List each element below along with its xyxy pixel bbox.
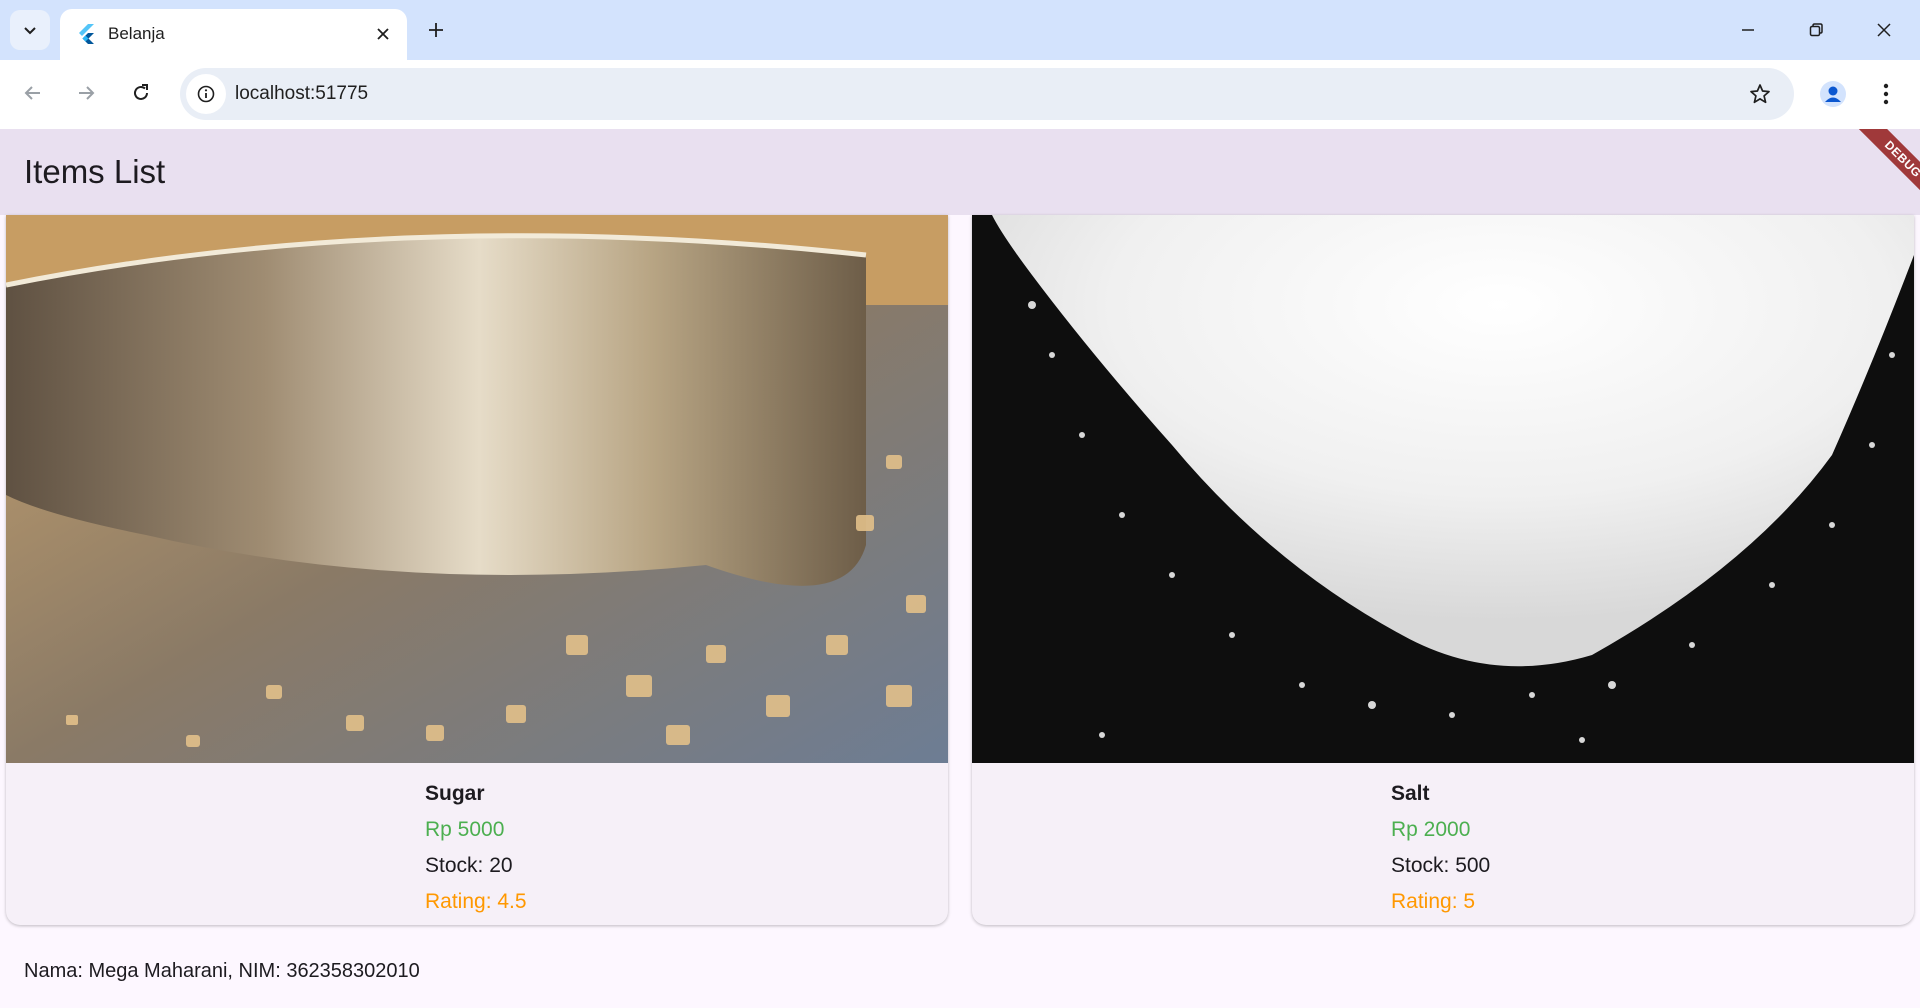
tab-title: Belanja [108, 24, 165, 43]
reload-icon [134, 84, 148, 100]
item-info-sugar: Sugar Rp 5000 Stock: 20 Rating: 4.5 [425, 776, 527, 920]
minimize-icon [1742, 29, 1754, 31]
item-stock: Stock: 500 [1391, 854, 1491, 877]
browser-menu-button[interactable] [1866, 74, 1906, 114]
tab-search-button[interactable] [10, 10, 50, 50]
item-card-sugar[interactable]: Sugar Rp 5000 Stock: 20 Rating: 4.5 [6, 215, 948, 925]
sugar-image [6, 215, 948, 763]
info-icon [197, 85, 215, 103]
restore-icon [1809, 23, 1823, 37]
url-text: localhost:51775 [235, 83, 369, 104]
flutter-favicon-icon [79, 24, 94, 44]
item-info-salt: Salt Rp 2000 Stock: 500 Rating: 5 [1391, 776, 1490, 920]
new-tab-button[interactable] [418, 12, 454, 48]
profile-button[interactable] [1813, 74, 1853, 114]
profile-icon [1820, 81, 1846, 107]
item-price: Rp 2000 [1391, 818, 1471, 841]
item-name: Sugar [425, 782, 485, 805]
minimize-button[interactable] [1720, 6, 1776, 54]
item-price: Rp 5000 [425, 818, 505, 841]
browser-tab[interactable]: Belanja [60, 9, 407, 60]
back-icon [24, 86, 40, 100]
close-window-button[interactable] [1856, 6, 1912, 54]
student-info: Nama: Mega Maharani, NIM: 362358302010 [24, 960, 420, 982]
forward-icon [79, 86, 95, 100]
tab-close-button[interactable] [369, 20, 397, 48]
star-icon [1750, 84, 1770, 104]
chevron-down-icon [24, 27, 36, 35]
close-icon [377, 28, 389, 40]
item-rating: Rating: 4.5 [425, 890, 527, 913]
salt-image [972, 215, 1914, 763]
item-name: Salt [1391, 782, 1430, 805]
forward-button[interactable] [66, 73, 106, 113]
page-title: Items List [24, 153, 166, 190]
more-vert-icon [1883, 83, 1889, 105]
site-info-button[interactable] [186, 74, 226, 114]
app-bar: Items List [0, 129, 1920, 215]
close-icon [1877, 23, 1891, 37]
item-stock: Stock: 20 [425, 854, 513, 877]
debug-label: DEBUG [1849, 129, 1920, 213]
restore-button[interactable] [1788, 6, 1844, 54]
reload-button[interactable] [121, 73, 161, 113]
bookmark-button[interactable] [1740, 74, 1780, 114]
plus-icon [429, 23, 443, 37]
browser-tabstrip: Belanja [0, 0, 1920, 60]
item-card-salt[interactable]: Salt Rp 2000 Stock: 500 Rating: 5 [972, 215, 1914, 925]
back-button[interactable] [13, 73, 53, 113]
address-bar[interactable]: localhost:51775 [180, 68, 1794, 120]
debug-banner: DEBUG [1830, 129, 1920, 219]
browser-toolbar: localhost:51775 [0, 60, 1920, 129]
item-rating: Rating: 5 [1391, 890, 1476, 913]
